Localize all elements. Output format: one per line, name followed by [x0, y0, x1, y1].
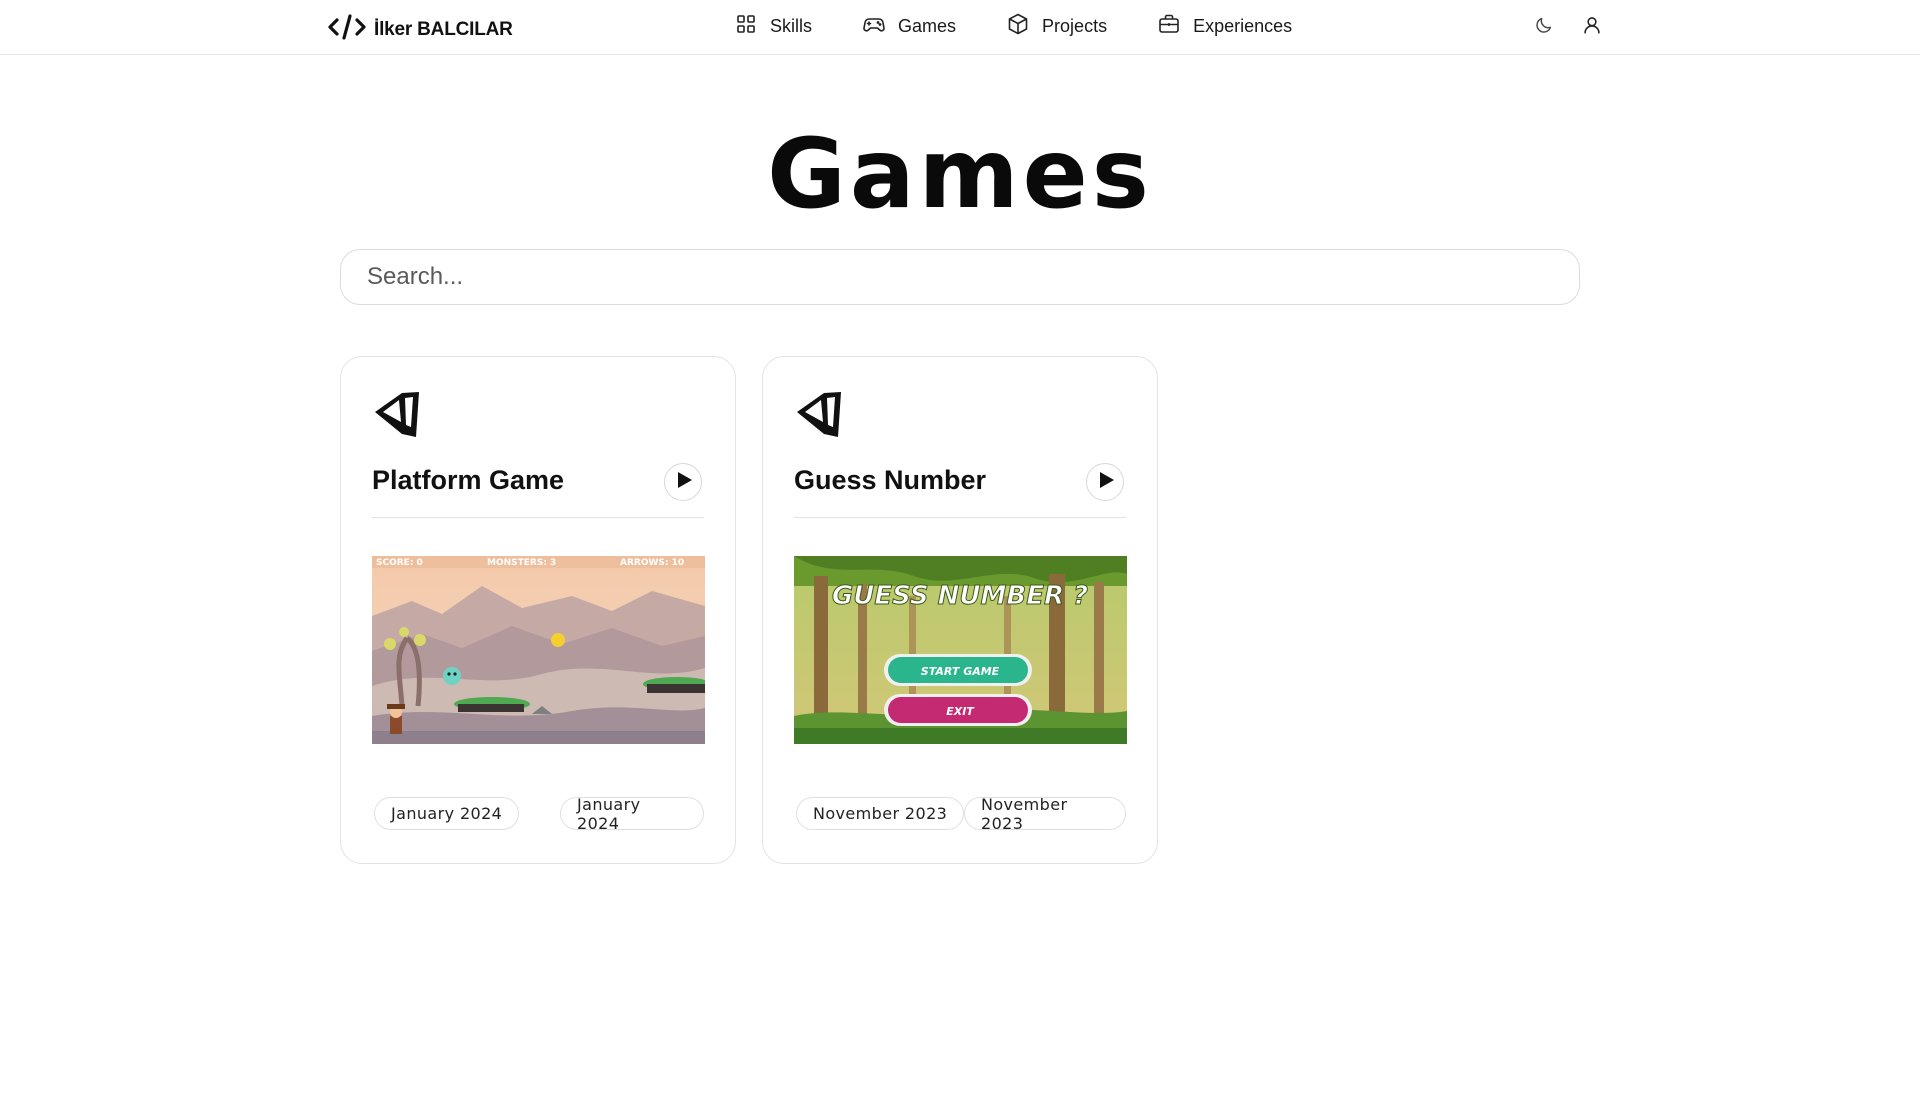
tag-list: November 2023 November 2023: [796, 795, 1126, 833]
arrows-text: ARROWS: 10: [620, 558, 684, 568]
search-input[interactable]: [340, 249, 1580, 305]
code-brackets-icon: [328, 12, 366, 47]
grid-icon: [734, 12, 758, 41]
game-card[interactable]: Guess Number GUESS NUMBER ? START GAME E…: [762, 356, 1158, 864]
gamepad-icon: [862, 12, 886, 41]
unity-icon: [793, 387, 845, 439]
nav-label: Projects: [1042, 15, 1108, 36]
tag-date: January 2024: [560, 795, 704, 833]
divider: [794, 517, 1126, 518]
page-title: Games: [767, 118, 1153, 230]
theme-toggle-button[interactable]: [1532, 15, 1556, 39]
brand-logo[interactable]: İlker BALCILAR: [328, 12, 513, 47]
play-button[interactable]: [1086, 463, 1124, 501]
nav-label: Experiences: [1193, 15, 1293, 36]
nav-item-skills[interactable]: Skills: [734, 12, 812, 41]
tag-date: January 2024: [374, 797, 520, 830]
user-icon: [1581, 14, 1603, 41]
moon-icon: [1533, 14, 1555, 41]
start-game-text: START GAME: [921, 665, 1000, 678]
tag-date: November 2023: [964, 795, 1126, 833]
thumbnail-heading: GUESS NUMBER ?: [832, 581, 1088, 611]
brand-name: İlker BALCILAR: [374, 18, 513, 40]
play-button[interactable]: [664, 463, 702, 501]
user-button[interactable]: [1580, 15, 1604, 39]
nav-label: Skills: [770, 15, 813, 36]
game-title: Platform Game: [372, 465, 565, 495]
briefcase-icon: [1157, 12, 1181, 41]
game-title: Guess Number: [794, 465, 987, 495]
box-icon: [1006, 12, 1030, 41]
play-icon: [674, 471, 693, 494]
score-text: SCORE: 0: [376, 558, 423, 568]
nav-item-games[interactable]: Games: [862, 12, 956, 41]
nav-item-experiences[interactable]: Experiences: [1157, 12, 1292, 41]
divider: [372, 517, 704, 518]
main-nav: Skills Games Projects Experiences: [734, 0, 1292, 52]
play-icon: [1096, 471, 1115, 494]
unity-icon: [371, 387, 423, 439]
game-thumbnail[interactable]: SCORE: 0 MONSTERS: 3 ARROWS: 10: [372, 556, 705, 744]
tag-date: November 2023: [796, 797, 965, 830]
tag-list: January 2024 January 2024: [374, 795, 704, 833]
top-navbar: İlker BALCILAR Skills Games Projects Exp…: [0, 0, 1920, 55]
game-thumbnail[interactable]: GUESS NUMBER ? START GAME EXIT: [794, 556, 1127, 744]
monsters-text: MONSTERS: 3: [487, 558, 556, 568]
nav-label: Games: [898, 15, 957, 36]
nav-item-projects[interactable]: Projects: [1006, 12, 1107, 41]
header-actions: [1532, 15, 1604, 39]
game-card[interactable]: Platform Game SCORE: 0 MONSTERS: 3 ARROW…: [340, 356, 736, 864]
exit-text: EXIT: [946, 705, 975, 718]
